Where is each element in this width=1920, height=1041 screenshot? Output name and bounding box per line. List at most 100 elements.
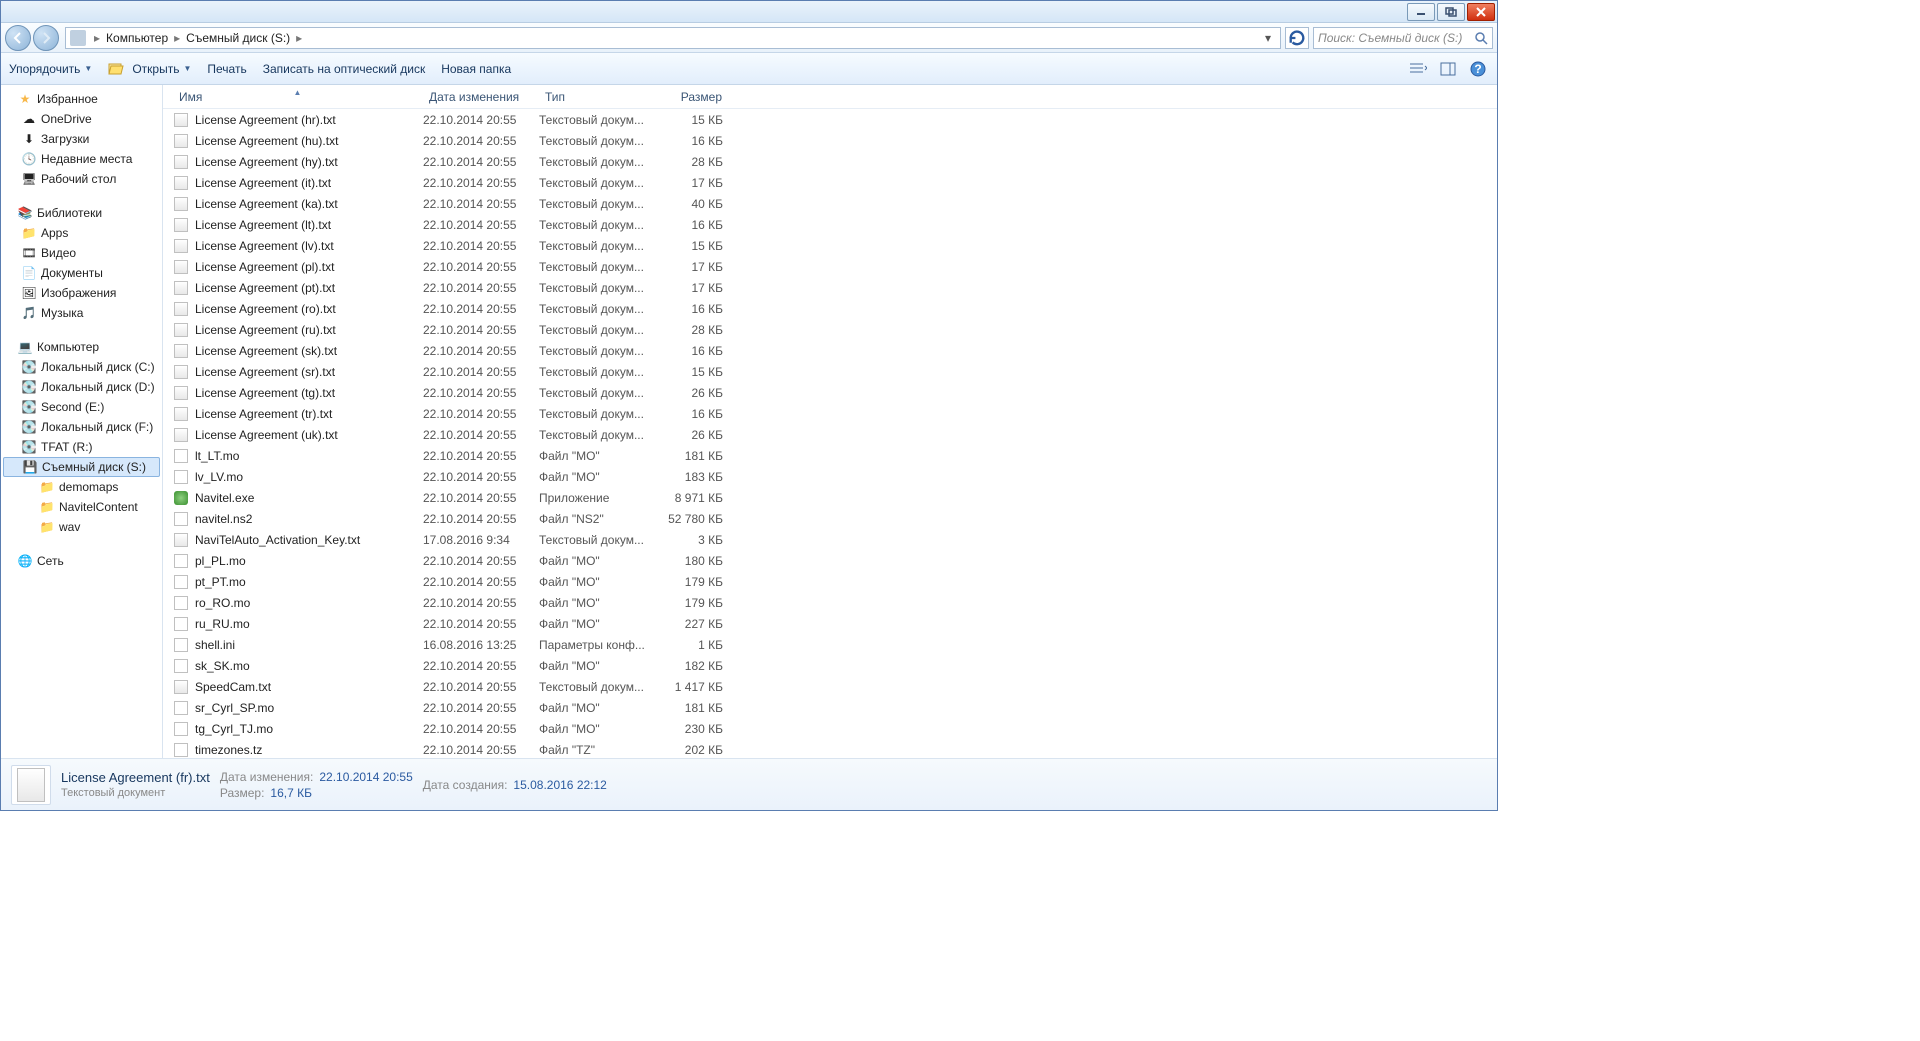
file-name: lv_LV.mo: [195, 470, 423, 484]
close-button[interactable]: [1467, 3, 1495, 21]
sidebar-item-wav[interactable]: 📁wav: [1, 517, 162, 537]
details-modified-label: Дата изменения:: [220, 770, 314, 784]
help-button[interactable]: ?: [1467, 58, 1489, 80]
address-dropdown-icon[interactable]: ▾: [1260, 31, 1276, 45]
column-size[interactable]: Размер: [649, 90, 729, 104]
sidebar-computer[interactable]: 💻Компьютер: [1, 337, 162, 357]
file-row[interactable]: pl_PL.mo22.10.2014 20:55Файл "MO"180 КБ: [163, 550, 1497, 571]
sidebar-item-navitelcontent[interactable]: 📁NavitelContent: [1, 497, 162, 517]
sidebar-item-apps[interactable]: 📁Apps: [1, 223, 162, 243]
sidebar-favorites[interactable]: ★Избранное: [1, 89, 162, 109]
open-button[interactable]: Открыть▼: [108, 61, 191, 77]
file-row[interactable]: License Agreement (it).txt22.10.2014 20:…: [163, 172, 1497, 193]
sidebar-network[interactable]: 🌐Сеть: [1, 551, 162, 571]
file-row[interactable]: License Agreement (pt).txt22.10.2014 20:…: [163, 277, 1497, 298]
star-icon: ★: [17, 91, 33, 107]
sidebar-item-disk-c[interactable]: 💽Локальный диск (C:): [1, 357, 162, 377]
file-row[interactable]: tg_Cyrl_TJ.mo22.10.2014 20:55Файл "MO"23…: [163, 718, 1497, 739]
file-size: 16 КБ: [649, 218, 729, 232]
file-row[interactable]: License Agreement (ka).txt22.10.2014 20:…: [163, 193, 1497, 214]
column-type[interactable]: Тип: [539, 90, 649, 104]
organize-button[interactable]: Упорядочить▼: [9, 62, 92, 76]
sidebar-item-downloads[interactable]: ⬇Загрузки: [1, 129, 162, 149]
folder-icon: 📁: [21, 225, 37, 241]
file-date: 22.10.2014 20:55: [423, 722, 539, 736]
sidebar-item-disk-s[interactable]: 💾Съемный диск (S:): [3, 457, 160, 477]
search-input[interactable]: Поиск: Съемный диск (S:): [1313, 27, 1493, 49]
file-row[interactable]: ru_RU.mo22.10.2014 20:55Файл "MO"227 КБ: [163, 613, 1497, 634]
refresh-button[interactable]: [1285, 27, 1309, 49]
sidebar-item-disk-f[interactable]: 💽Локальный диск (F:): [1, 417, 162, 437]
breadcrumb-sep-icon: ▸: [170, 31, 184, 45]
file-date: 22.10.2014 20:55: [423, 155, 539, 169]
maximize-button[interactable]: [1437, 3, 1465, 21]
sidebar-item-video[interactable]: 🎞Видео: [1, 243, 162, 263]
file-row[interactable]: License Agreement (lt).txt22.10.2014 20:…: [163, 214, 1497, 235]
column-name[interactable]: Имя▲: [173, 90, 423, 104]
file-row[interactable]: NaviTelAuto_Activation_Key.txt17.08.2016…: [163, 529, 1497, 550]
file-name: pl_PL.mo: [195, 554, 423, 568]
file-type: Текстовый докум...: [539, 197, 649, 211]
file-row[interactable]: lv_LV.mo22.10.2014 20:55Файл "MO"183 КБ: [163, 466, 1497, 487]
file-row[interactable]: ro_RO.mo22.10.2014 20:55Файл "MO"179 КБ: [163, 592, 1497, 613]
address-bar[interactable]: ▸ Компьютер ▸ Съемный диск (S:) ▸ ▾: [65, 27, 1281, 49]
file-row[interactable]: shell.ini16.08.2016 13:25Параметры конф.…: [163, 634, 1497, 655]
sidebar-item-pictures[interactable]: 🖼Изображения: [1, 283, 162, 303]
sidebar-item-demomaps[interactable]: 📁demomaps: [1, 477, 162, 497]
file-row[interactable]: sk_SK.mo22.10.2014 20:55Файл "MO"182 КБ: [163, 655, 1497, 676]
sidebar-item-onedrive[interactable]: ☁OneDrive: [1, 109, 162, 129]
file-row[interactable]: pt_PT.mo22.10.2014 20:55Файл "MO"179 КБ: [163, 571, 1497, 592]
file-date: 22.10.2014 20:55: [423, 302, 539, 316]
file-row[interactable]: timezones.tz22.10.2014 20:55Файл "TZ"202…: [163, 739, 1497, 758]
file-row[interactable]: SpeedCam.txt22.10.2014 20:55Текстовый до…: [163, 676, 1497, 697]
sidebar-item-desktop[interactable]: 🖥Рабочий стол: [1, 169, 162, 189]
burn-button[interactable]: Записать на оптический диск: [263, 62, 426, 76]
sidebar-item-documents[interactable]: 📄Документы: [1, 263, 162, 283]
file-icon: [173, 154, 189, 170]
search-placeholder: Поиск: Съемный диск (S:): [1318, 31, 1474, 45]
breadcrumb-sep-icon: ▸: [90, 31, 104, 45]
breadcrumb-computer[interactable]: Компьютер: [104, 31, 170, 45]
preview-pane-button[interactable]: [1437, 58, 1459, 80]
new-folder-button[interactable]: Новая папка: [441, 62, 511, 76]
file-row[interactable]: License Agreement (tr).txt22.10.2014 20:…: [163, 403, 1497, 424]
sidebar-item-disk-r[interactable]: 💽TFAT (R:): [1, 437, 162, 457]
file-name: License Agreement (hr).txt: [195, 113, 423, 127]
file-icon: [173, 742, 189, 758]
file-row[interactable]: Navitel.exe22.10.2014 20:55Приложение8 9…: [163, 487, 1497, 508]
file-row[interactable]: License Agreement (pl).txt22.10.2014 20:…: [163, 256, 1497, 277]
file-row[interactable]: License Agreement (hr).txt22.10.2014 20:…: [163, 109, 1497, 130]
breadcrumb-drive[interactable]: Съемный диск (S:): [184, 31, 292, 45]
file-row[interactable]: License Agreement (ro).txt22.10.2014 20:…: [163, 298, 1497, 319]
file-row[interactable]: License Agreement (sk).txt22.10.2014 20:…: [163, 340, 1497, 361]
sidebar-item-recent[interactable]: 🕓Недавние места: [1, 149, 162, 169]
file-row[interactable]: License Agreement (sr).txt22.10.2014 20:…: [163, 361, 1497, 382]
print-button[interactable]: Печать: [207, 62, 246, 76]
file-rows[interactable]: License Agreement (hr).txt 22.10.2014 20:…: [163, 109, 1497, 758]
back-button[interactable]: [5, 25, 31, 51]
minimize-button[interactable]: [1407, 3, 1435, 21]
file-type: Текстовый докум...: [539, 155, 649, 169]
file-type: Текстовый докум...: [539, 239, 649, 253]
file-row[interactable]: License Agreement (tg).txt22.10.2014 20:…: [163, 382, 1497, 403]
file-row[interactable]: License Agreement (ru).txt22.10.2014 20:…: [163, 319, 1497, 340]
file-row[interactable]: License Agreement (hu).txt22.10.2014 20:…: [163, 130, 1497, 151]
sidebar-item-disk-d[interactable]: 💽Локальный диск (D:): [1, 377, 162, 397]
folder-icon: 📁: [39, 519, 55, 535]
file-size: 179 КБ: [649, 596, 729, 610]
column-date[interactable]: Дата изменения: [423, 90, 539, 104]
file-name: License Agreement (tr).txt: [195, 407, 423, 421]
file-row[interactable]: lt_LT.mo22.10.2014 20:55Файл "MO"181 КБ: [163, 445, 1497, 466]
file-row[interactable]: License Agreement (lv).txt22.10.2014 20:…: [163, 235, 1497, 256]
file-row[interactable]: sr_Cyrl_SP.mo22.10.2014 20:55Файл "MO"18…: [163, 697, 1497, 718]
view-mode-button[interactable]: [1407, 58, 1429, 80]
file-row[interactable]: License Agreement (hy).txt22.10.2014 20:…: [163, 151, 1497, 172]
file-name: License Agreement (lt).txt: [195, 218, 423, 232]
sidebar-libraries[interactable]: 📚Библиотеки: [1, 203, 162, 223]
file-size: 16 КБ: [649, 407, 729, 421]
file-row[interactable]: License Agreement (uk).txt22.10.2014 20:…: [163, 424, 1497, 445]
sidebar-item-music[interactable]: 🎵Музыка: [1, 303, 162, 323]
sidebar-item-disk-e[interactable]: 💽Second (E:): [1, 397, 162, 417]
file-row[interactable]: navitel.ns222.10.2014 20:55Файл "NS2"52 …: [163, 508, 1497, 529]
forward-button[interactable]: [33, 25, 59, 51]
